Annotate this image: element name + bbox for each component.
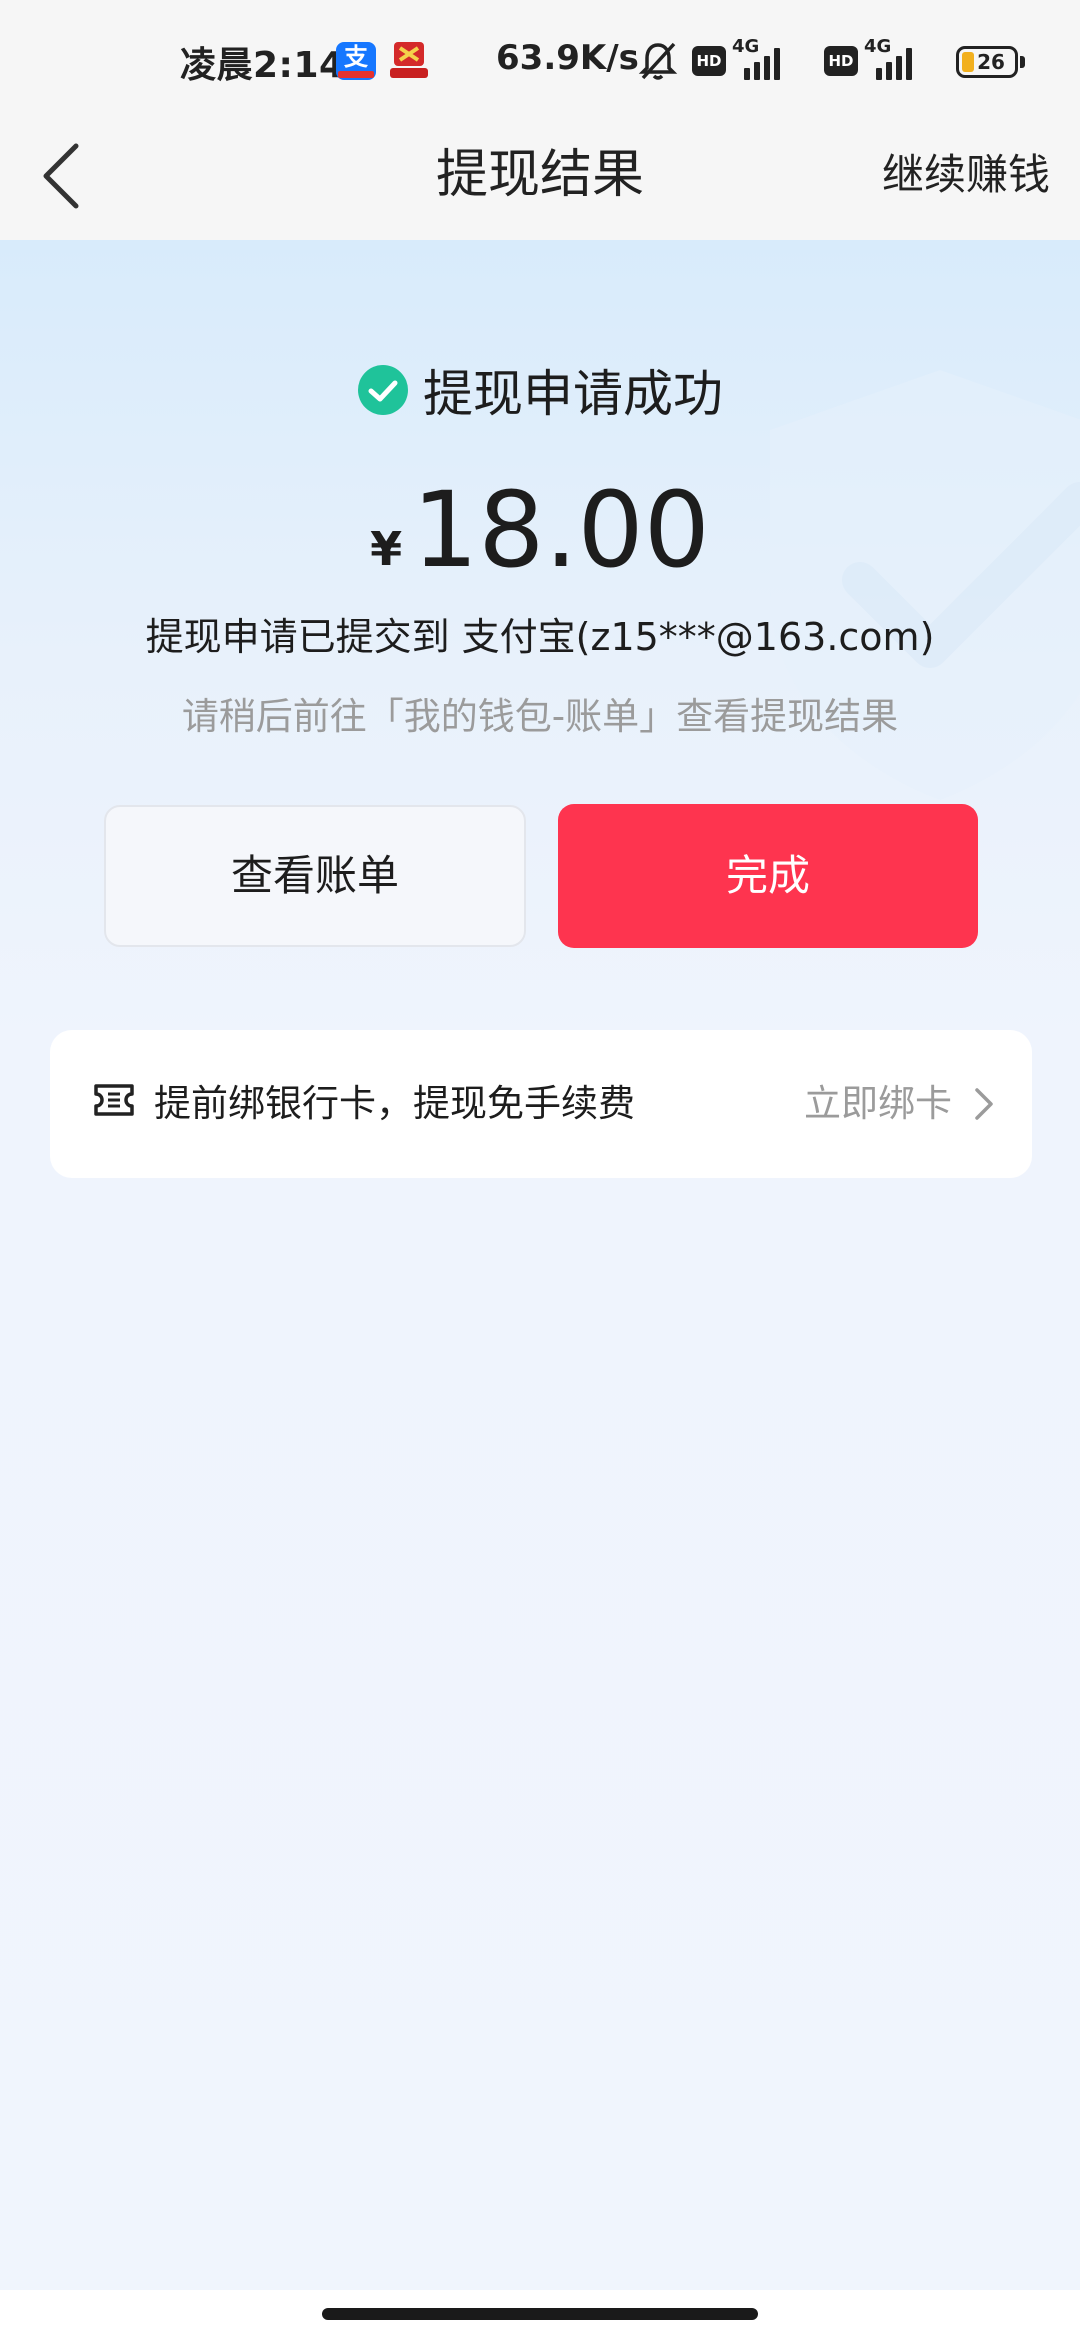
- bell-muted-icon: [638, 42, 678, 80]
- game-app-icon: [390, 42, 428, 78]
- page-title: 提现结果: [435, 145, 644, 205]
- hd-badge: HD: [692, 46, 726, 76]
- bind-card-text: 提前绑银行卡，提现免手续费: [154, 1082, 635, 1125]
- ticket-icon: [94, 1084, 134, 1116]
- status-bar: 凌晨2:14 支 63.9K/s HD 4G HD 4G 26: [0, 0, 1080, 112]
- status-time: 凌晨2:14: [180, 45, 345, 86]
- nav-bar: 提现结果 继续赚钱: [0, 112, 1080, 240]
- battery-cap: [1020, 56, 1025, 68]
- chevron-right-icon: [975, 1088, 993, 1120]
- main-content: 提现申请成功 ¥ 18.00 提现申请已提交到 支付宝(z15***@163.c…: [0, 240, 1080, 2340]
- screen: 凌晨2:14 支 63.9K/s HD 4G HD 4G 26 提现结果 继续赚…: [0, 0, 1080, 2340]
- check-circle-icon: [358, 365, 408, 415]
- done-button[interactable]: 完成: [558, 804, 978, 948]
- bind-card-link[interactable]: 立即绑卡: [804, 1030, 952, 1178]
- hd-badge: HD: [824, 46, 858, 76]
- signal-icon: [734, 44, 786, 80]
- battery-level: 26: [977, 50, 1005, 74]
- view-bill-button[interactable]: 查看账单: [104, 805, 526, 947]
- network-speed: 63.9K/s: [496, 38, 639, 78]
- status-icons: HD 4G HD 4G 26: [638, 36, 1058, 86]
- continue-earning-button[interactable]: 继续赚钱: [882, 132, 1050, 218]
- submitted-info: 提现申请已提交到 支付宝(z15***@163.com): [145, 615, 935, 659]
- bind-card-banner[interactable]: 提前绑银行卡，提现免手续费 立即绑卡: [50, 1030, 1032, 1178]
- result-hint: 请稍后前往「我的钱包-账单」查看提现结果: [181, 695, 899, 738]
- back-arrow-icon[interactable]: [34, 134, 94, 218]
- currency-symbol: ¥: [370, 522, 403, 576]
- battery-icon: 26: [956, 46, 1018, 78]
- signal-icon: [866, 44, 918, 80]
- success-status: 提现申请成功: [0, 350, 1080, 430]
- amount-display: ¥ 18.00: [0, 460, 1080, 590]
- amount-value: 18.00: [412, 469, 710, 591]
- home-indicator[interactable]: [322, 2308, 758, 2320]
- alipay-app-icon: 支: [336, 42, 376, 80]
- success-text: 提现申请成功: [423, 365, 723, 423]
